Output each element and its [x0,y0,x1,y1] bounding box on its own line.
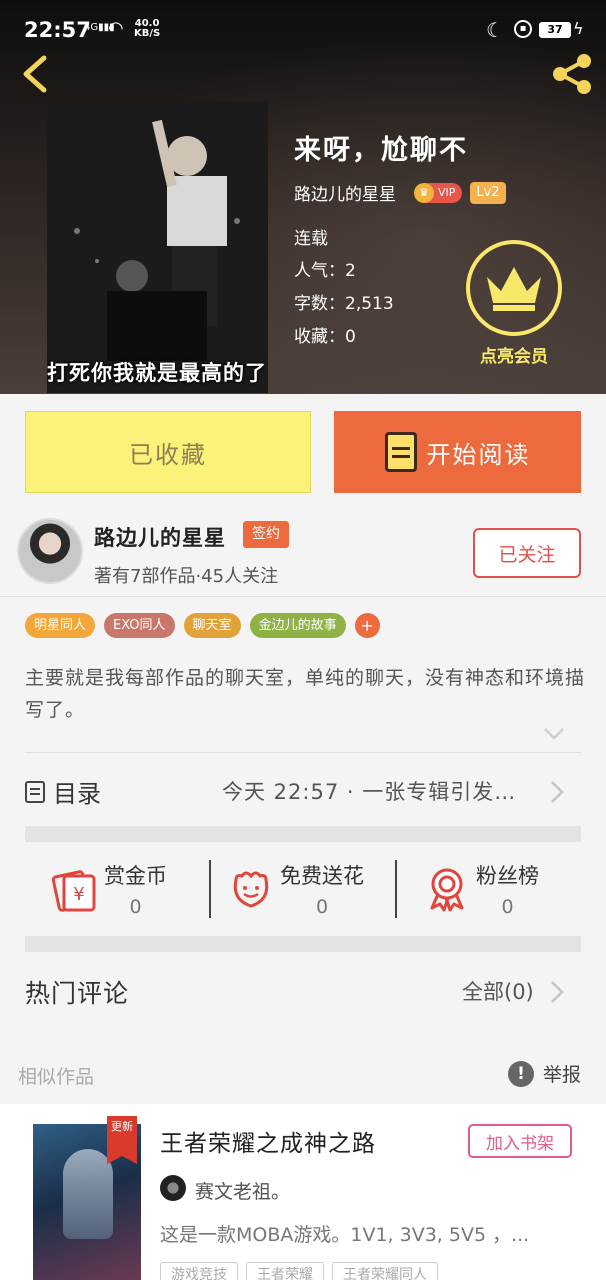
cover-illustration [47,101,268,393]
cover-caption: 打死你我就是最高的了 [47,361,267,385]
book-description: 主要就是我每部作品的聊天室，单纯的聊天，没有神态和环境描写了。 [25,667,586,721]
battery-icon: 37 [539,22,571,38]
similar-book-tags: 游戏竞技 王者荣耀 王者荣耀同人 [160,1262,446,1280]
all-comments-link[interactable]: 全部(0) [462,976,534,1006]
similar-book-title[interactable]: 王者荣耀之成神之路 [160,1124,376,1158]
similar-book-author: 赛文老祖。 [195,1181,291,1203]
chevron-right-icon[interactable] [550,980,564,1004]
wifi-icon: ◠ [108,18,124,39]
similar-tag[interactable]: 游戏竞技 [160,1262,238,1280]
start-reading-button[interactable]: 开始阅读 [334,411,581,493]
tag-chip[interactable]: EXO同人 [104,613,175,638]
similar-book-description: 这是一款MOBA游戏。1V1, 3V3, 5V5 ，... [160,1224,530,1246]
similar-tag[interactable]: 王者荣耀同人 [332,1262,438,1280]
book-author-line: 路边儿的星星 ♛ VIP Lv2 [294,180,506,205]
moon-icon: ☾ [486,18,504,42]
similar-author-avatar [160,1175,186,1201]
action-label: 粉丝榜 [476,864,539,888]
book-status: 连载 [294,229,328,249]
section-separator [25,826,581,842]
vip-badge: ♛ VIP [414,182,463,203]
latest-chapter[interactable]: 今天 22:57 · 一张专辑引发… [222,776,516,806]
report-label: 举报 [543,1064,582,1086]
update-ribbon: 更新 [107,1116,137,1164]
report-button[interactable]: ! 举报 [508,1060,581,1087]
chevron-right-icon[interactable] [550,780,564,804]
section-separator [25,936,581,952]
svg-text:¥: ¥ [73,884,84,905]
flower-icon [233,871,269,908]
author-stats: 著有7部作品·45人关注 [94,566,279,587]
net-speed-unit: KB/S [134,28,161,39]
book-favorites: 收藏：0 [294,327,356,347]
start-reading-label: 开始阅读 [426,440,531,469]
send-flower-button[interactable]: 免费送花 0 [228,860,364,918]
red-envelope-icon: ¥ [52,870,96,912]
back-icon[interactable] [18,52,52,96]
book-cover[interactable]: 打死你我就是最高的了 [47,101,268,393]
divider [0,596,606,597]
signed-badge: 签约 [243,521,289,548]
book-word-count: 字数：2,513 [294,294,394,314]
catalog-entry[interactable]: 目录 [25,774,101,809]
book-popularity: 人气：2 [294,261,356,281]
divider [209,860,211,918]
vip-badge-label: VIP [438,186,456,199]
action-label: 赏金币 [104,864,167,888]
book-header: 22:57 4G▮▮▮ ◠ 40.0 KB/S ☾ ▪ 37 ϟ 打死你我就是最… [0,0,606,394]
author-name[interactable]: 路边儿的星星 [94,522,226,552]
collected-button[interactable]: 已收藏 [25,411,311,493]
medal-icon [430,868,464,912]
network-type: 4G [84,22,99,33]
divider [25,752,581,753]
status-time: 22:57 [24,18,91,42]
action-label: 免费送花 [280,864,364,888]
hot-comments-title: 热门评论 [25,979,130,1008]
action-count: 0 [129,896,142,918]
list-icon [25,780,45,803]
tag-chip[interactable]: 明星同人 [25,613,96,638]
crown-icon [487,267,541,311]
crown-ring [466,240,562,336]
book-title: 来呀，尬聊不 [294,135,468,166]
divider [395,860,397,918]
tag-chip[interactable]: 聊天室 [183,613,241,638]
lock-icon: ▪ [514,20,532,38]
book-author[interactable]: 路边儿的星星 [294,180,396,205]
warning-icon: ! [508,1060,534,1087]
add-tag-button[interactable]: + [354,613,380,638]
similar-works-title: 相似作品 [18,1066,95,1088]
similar-tag[interactable]: 王者荣耀 [246,1262,324,1280]
battery-level: 37 [547,23,563,36]
tag-chip[interactable]: 金边儿的故事 [249,613,346,638]
fan-ranking-button[interactable]: 粉丝榜 0 [424,860,539,918]
add-to-shelf-button[interactable]: 加入书架 [468,1124,572,1158]
catalog-title: 目录 [53,780,101,808]
share-icon[interactable] [548,52,596,96]
book-icon [384,432,417,472]
action-count: 0 [315,896,329,918]
tag-list: 明星同人 EXO同人 聊天室 金边儿的故事 + [25,613,380,638]
net-speed: 40.0 KB/S [134,19,160,39]
crown-icon: ♛ [414,182,434,203]
author-avatar[interactable] [17,518,83,584]
vip-member-button[interactable]: 点亮会员 [464,240,564,370]
action-count: 0 [501,896,514,918]
chevron-down-icon[interactable] [542,726,566,742]
follow-button[interactable]: 已关注 [473,528,581,578]
level-badge: Lv2 [470,181,506,204]
status-bar: 22:57 4G▮▮▮ ◠ 40.0 KB/S ☾ ▪ 37 ϟ [0,0,606,56]
charging-icon: ϟ [573,19,584,38]
vip-member-label: 点亮会员 [480,347,548,367]
reward-coins-button[interactable]: ¥ 赏金币 0 [52,860,167,918]
